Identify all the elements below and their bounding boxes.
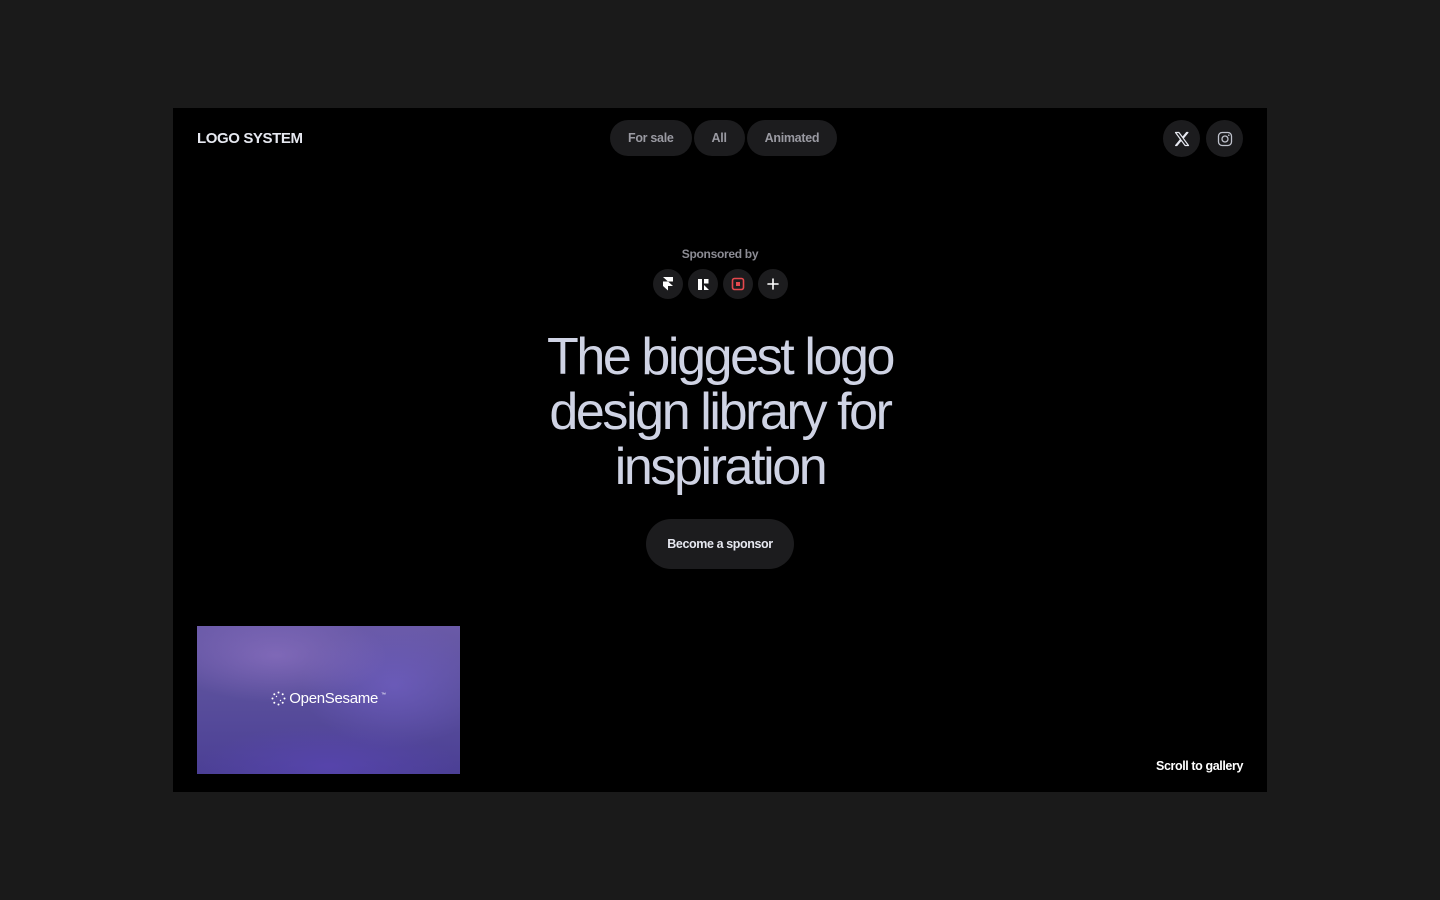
sponsor-framer[interactable] [653, 269, 683, 299]
headline-line-3: inspiration [614, 438, 828, 496]
tab-for-sale[interactable]: For sale [610, 120, 692, 156]
filter-nav: For sale All Animated [610, 120, 838, 156]
relume-icon [697, 278, 709, 290]
tab-animated[interactable]: Animated [746, 120, 838, 156]
opensesame-wordmark: OpenSesame [289, 690, 379, 707]
sponsor-relume[interactable] [688, 269, 718, 299]
become-sponsor-button[interactable]: Become a sponsor [646, 519, 794, 569]
instagram-icon [1217, 131, 1232, 146]
instagram-link-button[interactable] [1206, 120, 1243, 157]
square-logo-icon [731, 277, 745, 291]
sponsor-list [653, 269, 788, 299]
add-sponsor-button[interactable] [758, 269, 788, 299]
sponsor-square-logo[interactable] [723, 269, 753, 299]
headline-line-1: The biggest logo [546, 328, 895, 386]
framer-icon [663, 277, 673, 291]
trademark-symbol: ™ [381, 691, 386, 698]
opensesame-logo: OpenSesame ™ [197, 690, 460, 707]
opensesame-mark-icon [271, 691, 286, 706]
x-icon [1174, 131, 1189, 146]
social-links [1163, 120, 1243, 157]
hero-headline: The biggest logo design library for insp… [173, 330, 1267, 495]
scroll-to-gallery-link[interactable]: Scroll to gallery [1156, 759, 1243, 773]
sponsored-by-label: Sponsored by [681, 247, 759, 261]
headline-line-2: design library for [549, 383, 893, 441]
page-frame: LOGO SYSTEM For sale All Animated Sponso… [173, 108, 1267, 792]
brand-logo[interactable]: LOGO SYSTEM [197, 130, 303, 147]
x-link-button[interactable] [1163, 120, 1200, 157]
gallery-card-opensesame[interactable]: OpenSesame ™ [197, 626, 460, 774]
tab-all[interactable]: All [693, 120, 745, 156]
plus-icon [767, 278, 779, 290]
